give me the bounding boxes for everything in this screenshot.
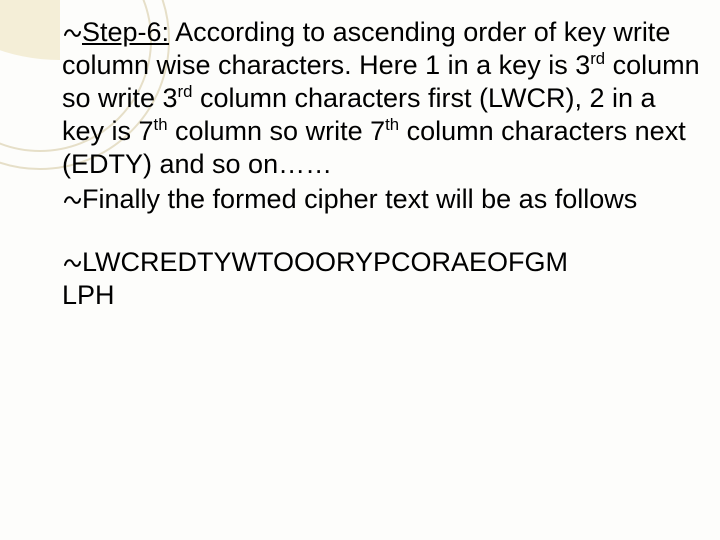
sup-rd-1: rd bbox=[590, 49, 605, 68]
text-finally: Finally the formed cipher text will be a… bbox=[82, 184, 637, 214]
paragraph-cipher: LWCREDTYWTOOORYPCORAEOFGM LPH bbox=[62, 246, 704, 312]
step-label: Step-6: bbox=[82, 17, 169, 47]
sup-rd-2: rd bbox=[178, 82, 193, 101]
cipher-line-1: LWCREDTYWTOOORYPCORAEOFGM bbox=[82, 247, 568, 277]
bullet-icon bbox=[62, 184, 82, 214]
cipher-line-2: LPH bbox=[62, 280, 115, 310]
sup-th-1: th bbox=[154, 115, 168, 134]
paragraph-step6: Step-6: According to ascending order of … bbox=[62, 16, 704, 181]
text-seg-4: column so write 7 bbox=[168, 116, 386, 146]
sup-th-2: th bbox=[385, 115, 399, 134]
slide-content: Step-6: According to ascending order of … bbox=[62, 16, 704, 314]
bullet-icon bbox=[62, 17, 82, 47]
bullet-icon bbox=[62, 247, 82, 277]
paragraph-finally: Finally the formed cipher text will be a… bbox=[62, 183, 704, 216]
spacer bbox=[62, 218, 704, 246]
leaf-shape bbox=[0, 0, 60, 60]
